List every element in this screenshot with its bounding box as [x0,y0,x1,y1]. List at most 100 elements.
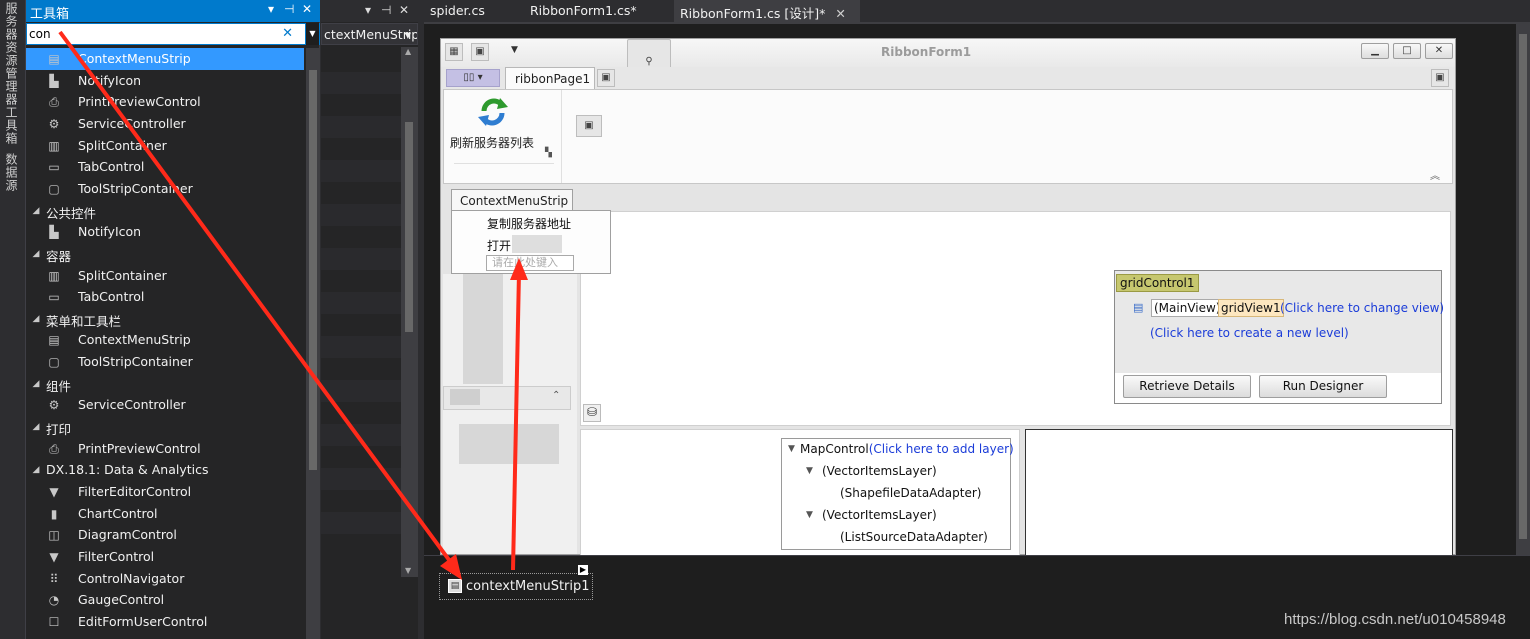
maximize-icon[interactable]: □ [1393,43,1421,59]
toolbox-item[interactable]: ▮ ChartControl [26,503,304,525]
create-level-link[interactable]: (Click here to create a new level) [1150,326,1349,340]
toolbox-item[interactable]: ⎙ PrintPreviewControl [26,438,304,460]
toolbox-item[interactable]: ▭ TabControl [26,286,304,308]
grid-control[interactable]: gridControl1 ▤ (MainView) gridView1 (Cli… [1114,270,1444,404]
pin-icon[interactable]: ⊣ [284,2,294,16]
object-selector[interactable]: ctextMenuStrip ▾ [321,23,418,45]
toolbox-item[interactable]: ▤ ContextMenuStrip [26,329,304,351]
expand-arrow-icon[interactable]: ▼ [788,444,795,454]
designer-scrollbar[interactable] [1516,24,1530,555]
menu-item-open[interactable]: 打开 [487,237,511,254]
close-icon[interactable]: ✕ [302,2,312,16]
change-view-link[interactable]: (Click here to change view) [1280,301,1444,315]
run-designer-button[interactable]: Run Designer [1259,375,1387,398]
database-icon[interactable]: ⛁ [583,404,601,422]
properties-scrollbar[interactable]: ▲ ▼ [401,47,418,577]
toolbox-item[interactable]: ▢ ToolStripContainer [26,178,304,200]
smart-tag-icon[interactable]: ▶ [578,565,588,575]
tab-ribbonform-designer[interactable]: RibbonForm1.cs [设计]* ✕ [674,0,860,22]
toolbox-scrollbar[interactable] [306,48,320,639]
toolbox-item[interactable]: ⚙ ServiceController [26,113,304,135]
context-menu-caption[interactable]: ContextMenuStrip [451,189,573,211]
ribbon-form[interactable]: ▦ ▣ ▼ ⚲ RibbonForm1 ▁ □ ✕ ▯▯ ▾ ribbonPag… [440,38,1456,556]
scroll-thumb[interactable] [405,122,413,332]
toolbox-item[interactable]: ▤ ContextMenuStrip [26,48,304,70]
nav-group-header[interactable]: ⌃ [443,386,571,410]
data-sources-tab[interactable]: 数据源 [3,153,20,192]
toolbox-group-header[interactable]: ◢ 容器 [26,243,304,265]
close-icon[interactable]: ✕ [835,6,845,21]
toolbox-item[interactable]: ▢ ToolStripContainer [26,351,304,373]
add-page-icon[interactable]: ▣ [597,69,615,87]
toolbox-item[interactable]: ▭ TabControl [26,156,304,178]
toolbox-group-header[interactable]: ◢ 打印 [26,416,304,438]
toolbox-item[interactable]: ▙ NotifyIcon [26,70,304,92]
data-adapter-node[interactable]: (ShapefileDataAdapter) [840,486,981,500]
toolbox-item[interactable]: ⠿ ControlNavigator [26,568,304,590]
toolbox-search-input[interactable] [29,26,289,42]
toolbox-item[interactable]: ▥ SplitContainer [26,135,304,157]
add-item-icon[interactable]: ▚ [545,148,552,158]
side-tab-strip: 服务器资源管理器 工具箱 数据源 [0,0,26,639]
menu-item-copy-address[interactable]: 复制服务器地址 [487,215,571,232]
toolbox-tab[interactable]: 工具箱 [3,106,20,145]
toolbox-item[interactable]: ⚙ ServiceController [26,394,304,416]
content-panel[interactable]: gridControl1 ▤ (MainView) gridView1 (Cli… [580,211,1451,426]
property-row [321,116,401,138]
toolbox-item[interactable]: ⎙ PrintPreviewControl [26,91,304,113]
add-group-icon[interactable]: ▣ [576,115,602,137]
chevron-down-icon[interactable]: ▾ [405,27,411,42]
toolbox-title: 工具箱 [30,7,70,22]
ribbon-group: 刷新服务器列表 ▚ [444,90,562,183]
grid-name-badge[interactable]: gridControl1 [1116,274,1199,292]
vector-layer-node[interactable]: (VectorItemsLayer) [822,464,937,478]
app-menu-button[interactable]: ▯▯ ▾ [446,69,500,87]
scroll-thumb[interactable] [309,70,317,470]
menu-type-here-input[interactable]: 请在此处键入 [486,255,574,271]
toolbox-group-header[interactable]: ◢ 菜单和工具栏 [26,308,304,330]
pin-icon[interactable]: ⊣ [381,3,391,17]
toolbox-item[interactable]: ◫ DiagramControl [26,524,304,546]
tab-ribbonform-cs[interactable]: RibbonForm1.cs* [524,0,643,22]
server-explorer-tab[interactable]: 服务器资源管理器 [3,2,20,106]
toolbox-item[interactable]: ▼ FilterControl [26,546,304,568]
toolbox-group-header[interactable]: ◢ 公共控件 [26,200,304,222]
vector-layer-node[interactable]: (VectorItemsLayer) [822,508,937,522]
data-adapter-node[interactable]: (ListSourceDataAdapter) [840,530,988,544]
scroll-thumb[interactable] [1519,34,1527,539]
tray-component-context-menu[interactable]: ▤ contextMenuStrip1 [439,573,593,600]
scroll-down-icon[interactable]: ▼ [405,566,411,575]
qat-dropdown-icon[interactable]: ▼ [511,45,518,55]
expand-arrow-icon[interactable]: ▼ [806,510,813,520]
close-icon[interactable]: ✕ [399,3,409,17]
property-row [321,72,401,94]
toolbox-item[interactable]: ☐ EditFormUserControl [26,611,304,633]
properties-header: ▾ ⊣ ✕ [321,0,418,22]
tab-ribbon-page1[interactable]: ribbonPage1 [505,67,595,90]
clear-search-icon[interactable]: ✕ [282,26,293,41]
close-icon[interactable]: ✕ [1425,43,1453,59]
add-page-category-icon[interactable]: ▣ [1431,69,1449,87]
scroll-up-icon[interactable]: ▲ [405,47,411,56]
dropdown-icon[interactable]: ▾ [268,2,274,16]
toolbox-group-header[interactable]: ◢ DX.18.1: Data & Analytics [26,459,304,481]
map-panel[interactable]: ▼ MapControl(Click here to add layer) ▼ … [580,429,1020,556]
grid-view-name[interactable]: gridView1 [1218,299,1284,317]
dropdown-icon[interactable]: ▾ [365,3,371,17]
add-layer-link[interactable]: (Click here to add layer) [869,442,1014,456]
toolbox-group-header[interactable]: ◢ 组件 [26,373,304,395]
right-panel[interactable] [1025,429,1453,556]
tab-spider-cs[interactable]: spider.cs [424,0,491,22]
search-options-icon[interactable]: ▼ [305,23,319,45]
retrieve-details-button[interactable]: Retrieve Details [1123,375,1251,398]
toolbox-item[interactable]: ▥ SplitContainer [26,265,304,287]
expand-arrow-icon[interactable]: ▼ [806,466,813,476]
collapse-ribbon-icon[interactable]: ︽ [1430,167,1440,182]
toolbox-item[interactable]: ◔ GaugeControl [26,589,304,611]
toolbox-item[interactable]: ▼ FilterEditorControl [26,481,304,503]
map-control-node[interactable]: MapControl(Click here to add layer) [800,442,1014,456]
add-item-icon[interactable]: ▣ [471,43,489,61]
minimize-icon[interactable]: ▁ [1361,43,1389,59]
chevron-up-icon[interactable]: ⌃ [552,390,560,401]
toolbox-item[interactable]: ▙ NotifyIcon [26,221,304,243]
